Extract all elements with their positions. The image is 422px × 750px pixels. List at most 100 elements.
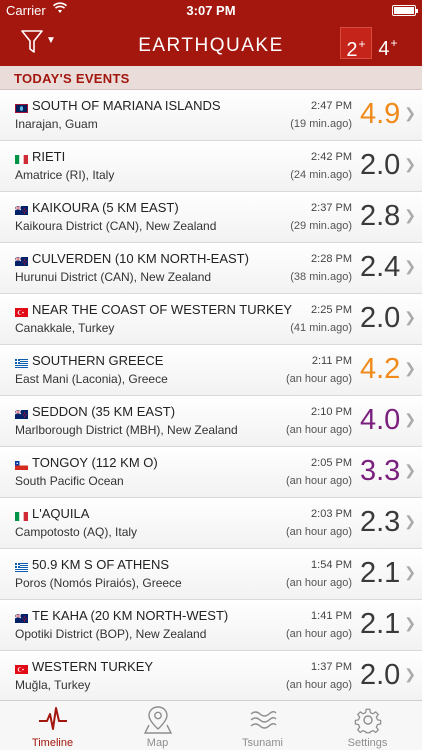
italy-flag-icon xyxy=(15,151,28,164)
event-place: WESTERN TURKEY xyxy=(32,659,154,674)
event-row[interactable]: SOUTH OF MARIANA ISLANDS Inarajan, Guam 2:… xyxy=(0,90,422,141)
event-time-ago: (an hour ago) xyxy=(285,475,352,487)
event-region: Opotiki District (BOP), New Zealand xyxy=(15,627,207,641)
tab-settings[interactable]: Settings xyxy=(315,701,420,750)
event-region: Marlborough District (MBH), New Zealand xyxy=(15,423,238,437)
event-region: East Mani (Laconia), Greece xyxy=(15,372,168,386)
event-row[interactable]: CULVERDEN (10 KM NORTH-EAST) Hurunui Dist… xyxy=(0,243,422,294)
event-row[interactable]: L'AQUILA Campotosto (AQ), Italy 2:03 PM (an… xyxy=(0,498,422,549)
event-time-ago: (an hour ago) xyxy=(285,679,352,691)
event-place: TE KAHA (20 KM NORTH-WEST) xyxy=(32,608,229,623)
magnitude-filter-2plus-button[interactable]: 2+ xyxy=(340,27,372,61)
event-time: 2:37 PM xyxy=(311,202,352,214)
event-row[interactable]: WESTERN TURKEY Muğla, Turkey 1:37 PM (an ho… xyxy=(0,651,422,702)
event-time: 2:03 PM xyxy=(311,508,352,520)
event-region: South Pacific Ocean xyxy=(15,474,124,488)
event-magnitude: 2.3 xyxy=(360,506,401,538)
event-magnitude: 2.1 xyxy=(360,557,401,589)
event-magnitude: 2.8 xyxy=(360,200,401,232)
event-row[interactable]: TE KAHA (20 KM NORTH-WEST) Opotiki Distri… xyxy=(0,600,422,651)
event-row[interactable]: SEDDON (35 KM EAST) Marlborough District … xyxy=(0,396,422,447)
event-magnitude: 4.2 xyxy=(360,353,401,385)
event-place: KAIKOURA (5 KM EAST) xyxy=(32,200,179,215)
event-time-ago: (an hour ago) xyxy=(285,424,352,436)
heartbeat-icon xyxy=(39,707,67,730)
section-header: TODAY'S EVENTS xyxy=(0,66,422,90)
tab-label: Settings xyxy=(347,737,388,749)
battery-icon xyxy=(392,5,418,16)
event-time: 1:41 PM xyxy=(311,610,352,622)
event-magnitude: 2.4 xyxy=(360,251,401,283)
event-magnitude: 3.3 xyxy=(360,455,401,487)
event-region: Campotosto (AQ), Italy xyxy=(15,525,138,539)
chevron-right-icon: ❯ xyxy=(404,105,416,121)
event-place: SEDDON (35 KM EAST) xyxy=(32,404,176,419)
event-magnitude: 4.9 xyxy=(360,98,401,130)
tab-timeline[interactable]: Timeline xyxy=(0,701,105,750)
event-place: TONGOY (112 KM O) xyxy=(32,455,158,470)
event-magnitude: 4.0 xyxy=(360,404,401,436)
event-place: CULVERDEN (10 KM NORTH-EAST) xyxy=(32,251,249,266)
waves-icon xyxy=(250,711,277,729)
event-magnitude: 2.0 xyxy=(360,659,401,691)
magnitude-filter-value: 4 xyxy=(378,38,390,60)
nav-header: Carrier 3:07 PM ▼ EARTHQUAKE 2+ 4+ xyxy=(0,0,422,66)
gear-icon xyxy=(354,708,382,734)
event-time-ago: (an hour ago) xyxy=(285,628,352,640)
event-region: Amatrice (RI), Italy xyxy=(15,168,115,182)
status-bar: Carrier 3:07 PM xyxy=(0,0,422,20)
event-time-ago: (38 min.ago) xyxy=(290,271,352,283)
event-time-ago: (29 min.ago) xyxy=(290,220,352,232)
chevron-right-icon: ❯ xyxy=(404,258,416,274)
greece-flag-icon xyxy=(15,355,28,368)
event-time-ago: (41 min.ago) xyxy=(290,322,352,334)
event-row[interactable]: SOUTHERN GREECE East Mani (Laconia), Gree… xyxy=(0,345,422,396)
event-magnitude: 2.1 xyxy=(360,608,401,640)
event-region: Inarajan, Guam xyxy=(15,117,98,131)
tab-label: Map xyxy=(146,737,169,749)
event-time-ago: (24 min.ago) xyxy=(290,169,352,181)
chevron-right-icon: ❯ xyxy=(404,411,416,427)
event-time-ago: (an hour ago) xyxy=(285,577,352,589)
tab-tsunami[interactable]: Tsunami xyxy=(210,701,315,750)
event-row[interactable]: KAIKOURA (5 KM EAST) Kaikoura District (C… xyxy=(0,192,422,243)
event-row[interactable]: TONGOY (112 KM O) South Pacific Ocean 2:05… xyxy=(0,447,422,498)
chevron-right-icon: ❯ xyxy=(404,615,416,631)
event-place: SOUTHERN GREECE xyxy=(32,353,164,368)
tab-label: Tsunami xyxy=(242,737,283,749)
event-time: 1:37 PM xyxy=(311,661,352,673)
nz-flag-icon xyxy=(14,202,28,215)
event-time: 2:25 PM xyxy=(311,304,352,316)
event-place: SOUTH OF MARIANA ISLANDS xyxy=(32,98,221,113)
tab-bar: Timeline Map Tsunami Settings xyxy=(0,700,422,750)
magnitude-filter-value: 2 xyxy=(346,39,358,61)
event-place: NEAR THE COAST OF WESTERN TURKEY xyxy=(32,302,293,317)
map-pin-icon xyxy=(143,706,173,734)
event-time-ago: (19 min.ago) xyxy=(290,118,352,130)
event-row[interactable]: RIETI Amatrice (RI), Italy 2:42 PM (24 min.… xyxy=(0,141,422,192)
event-row[interactable]: NEAR THE COAST OF WESTERN TURKEY Canakkal… xyxy=(0,294,422,345)
event-row[interactable]: 50.9 KM S OF ATHENS Poros (Nomós Piraiós)… xyxy=(0,549,422,600)
event-magnitude: 2.0 xyxy=(360,302,401,334)
chevron-right-icon: ❯ xyxy=(404,564,416,580)
event-place: 50.9 KM S OF ATHENS xyxy=(32,557,170,572)
event-region: Canakkale, Turkey xyxy=(15,321,115,335)
chevron-right-icon: ❯ xyxy=(404,309,416,325)
turkey-flag-icon xyxy=(15,661,28,674)
event-time: 2:11 PM xyxy=(311,355,352,367)
chevron-right-icon: ❯ xyxy=(404,360,416,376)
event-region: Kaikoura District (CAN), New Zealand xyxy=(15,219,217,233)
event-time: 2:47 PM xyxy=(311,100,352,112)
tab-label: Timeline xyxy=(31,737,74,749)
event-time: 2:28 PM xyxy=(311,253,352,265)
chevron-right-icon: ❯ xyxy=(404,666,416,682)
event-time: 2:42 PM xyxy=(311,151,352,163)
event-region: Muğla, Turkey xyxy=(15,678,91,692)
event-time-ago: (an hour ago) xyxy=(285,373,352,385)
magnitude-filter-4plus-button[interactable]: 4+ xyxy=(372,27,404,60)
event-place: L'AQUILA xyxy=(32,506,90,521)
greece-flag-icon xyxy=(15,559,28,572)
tab-map[interactable]: Map xyxy=(105,701,210,750)
guam-flag-icon xyxy=(15,100,28,113)
nz-flag-icon xyxy=(14,406,28,419)
